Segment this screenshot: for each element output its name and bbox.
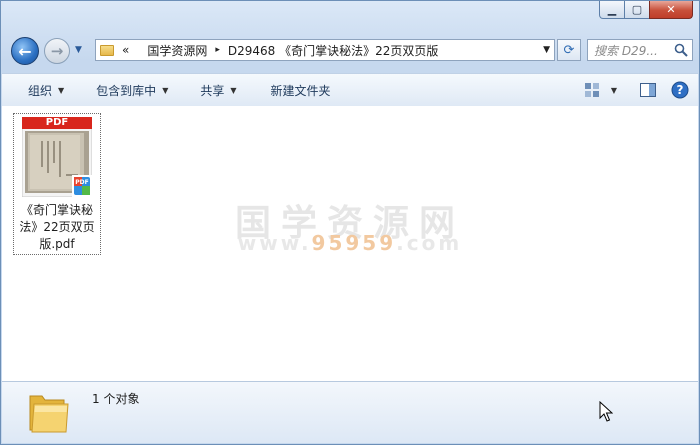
pdf-badge: PDF (45, 117, 69, 128)
breadcrumb-separator-icon[interactable]: ▸ (215, 45, 220, 55)
pdf-corner-badge: PDF (75, 179, 89, 186)
preview-pane-icon (640, 83, 656, 97)
chevron-down-icon: ▼ (230, 85, 237, 95)
help-glyph: ? (676, 83, 684, 97)
address-dropdown-icon[interactable]: ▼ (543, 45, 550, 55)
minimize-button[interactable]: ▁ (599, 1, 625, 19)
search-placeholder: 搜索 D29... (594, 43, 658, 58)
help-button[interactable]: ? (670, 80, 690, 100)
organize-label: 组织 (28, 83, 53, 98)
breadcrumb-overflow[interactable]: « (122, 43, 129, 57)
mouse-cursor-icon (599, 401, 613, 422)
minimize-icon: ▁ (607, 3, 617, 16)
chevron-down-icon: ▼ (75, 45, 82, 55)
change-view-button[interactable] (582, 80, 602, 100)
back-button[interactable]: ← (11, 37, 39, 65)
breadcrumb-item-current[interactable]: D29468 《奇门掌诀秘法》22页双页版 (228, 42, 439, 59)
maximize-icon: ▢ (631, 3, 643, 16)
chevron-down-icon: ▼ (610, 85, 618, 95)
command-bar: 组织 ▼ 包含到库中 ▼ 共享 ▼ 新建文件夹 ▼ ? (2, 73, 698, 107)
caption-buttons: ▁ ▢ ✕ (599, 1, 693, 19)
item-count: 1 个对象 (92, 392, 140, 406)
file-name-line: 《奇门掌诀秘 (20, 203, 93, 217)
navigation-bar: ← → ▼ « 国学资源网 ▸ D29468 《奇门掌诀秘法》22页双页版 ▼ … (9, 35, 693, 65)
details-pane: 1 个对象 (2, 381, 698, 443)
include-in-library-label: 包含到库中 (96, 83, 157, 98)
folder-icon (29, 395, 69, 433)
new-folder-label: 新建文件夹 (270, 83, 331, 98)
watermark-url-suffix: .com (396, 231, 463, 255)
chevron-down-icon: ▼ (58, 85, 65, 95)
share-label: 共享 (200, 83, 225, 98)
watermark-url-prefix: www. (237, 231, 312, 255)
folder-icon (100, 44, 114, 56)
watermark-url: www.95959.com (2, 231, 698, 255)
new-folder-button[interactable]: 新建文件夹 (251, 82, 345, 99)
refresh-button[interactable]: ⟳ (557, 39, 581, 61)
share-menu[interactable]: 共享 ▼ (182, 82, 250, 99)
search-icon[interactable] (674, 43, 688, 57)
organize-menu[interactable]: 组织 ▼ (2, 82, 78, 99)
close-icon: ✕ (666, 3, 676, 16)
include-in-library-menu[interactable]: 包含到库中 ▼ (78, 82, 182, 99)
explorer-window: ▁ ▢ ✕ ← → ▼ « 国学资源网 ▸ D29468 《奇门掌诀秘法》22页… (0, 0, 700, 445)
file-name-line: 法》22页双页 (19, 220, 95, 234)
maximize-button[interactable]: ▢ (624, 1, 650, 19)
file-name[interactable]: 《奇门掌诀秘 法》22页双页 版.pdf (14, 202, 100, 253)
toolbar-right: ▼ ? (572, 80, 690, 100)
view-options-dropdown[interactable]: ▼ (604, 80, 624, 100)
address-bar[interactable]: « 国学资源网 ▸ D29468 《奇门掌诀秘法》22页双页版 ▼ (95, 39, 555, 61)
search-input[interactable]: 搜索 D29... (587, 39, 693, 61)
breadcrumb-item[interactable]: 国学资源网 (147, 42, 207, 59)
forward-arrow-icon: → (50, 42, 64, 60)
recent-pages-button[interactable]: ▼ (75, 45, 85, 55)
file-list-area[interactable]: 国学资源网 www.95959.com PDF PDF 《奇门掌诀秘 法》22页… (2, 106, 698, 381)
refresh-icon: ⟳ (563, 42, 575, 58)
preview-pane-button[interactable] (638, 80, 658, 100)
forward-button[interactable]: → (44, 38, 70, 64)
chevron-down-icon: ▼ (162, 85, 169, 95)
file-name-line: 版.pdf (39, 237, 75, 251)
watermark-url-highlight: 95959 (311, 231, 397, 255)
file-item-pdf[interactable]: PDF PDF 《奇门掌诀秘 法》22页双页 版.pdf (13, 113, 101, 255)
view-icon (585, 83, 599, 97)
back-arrow-icon: ← (18, 41, 32, 61)
close-button[interactable]: ✕ (649, 1, 693, 19)
